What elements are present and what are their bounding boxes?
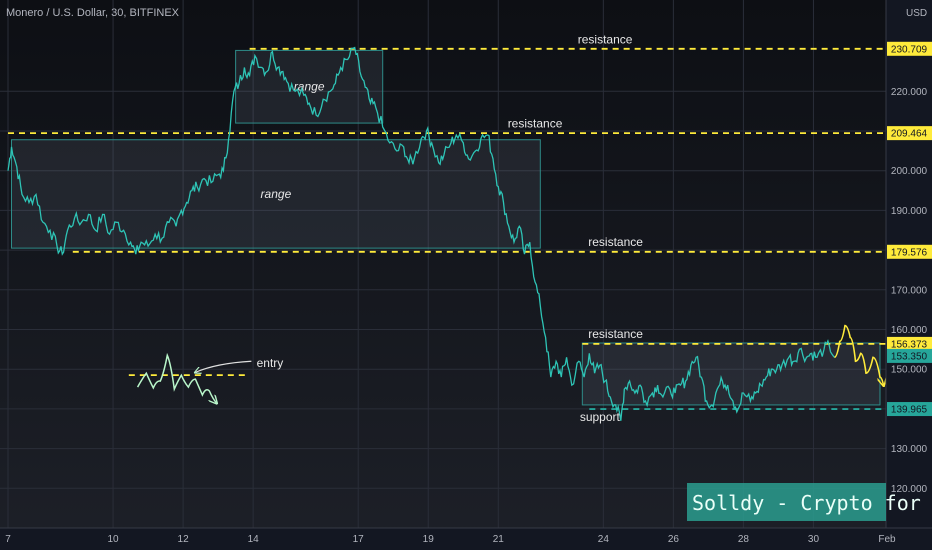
time-tick-label: Feb xyxy=(878,534,896,545)
time-axis[interactable]: 7 10 12 14 17 19 21 24 26 28 30 Feb xyxy=(0,527,932,550)
time-tick-label: 26 xyxy=(668,534,680,545)
range-box xyxy=(581,342,881,406)
price-tick-label: 190.000 xyxy=(891,206,928,217)
price-tag-label: 139.965 xyxy=(891,405,928,416)
price-tick-label: 150.000 xyxy=(891,365,928,376)
chart-background xyxy=(0,0,932,550)
price-tag-label: 156.373 xyxy=(891,339,928,350)
price-tick-label: 170.000 xyxy=(891,285,928,296)
brand-watermark-text: Solldy - Crypto for U xyxy=(692,491,932,515)
price-tick-label: 220.000 xyxy=(891,87,928,98)
time-axis-background xyxy=(0,528,932,550)
time-tick-label: 7 xyxy=(5,534,11,545)
annotation-resistance: resistance xyxy=(588,327,643,341)
price-chart[interactable]: rangerange resistanceresistanceresistanc… xyxy=(0,0,932,550)
time-tick-label: 17 xyxy=(353,534,365,545)
time-tick-label: 10 xyxy=(107,534,119,545)
time-tick-label: 24 xyxy=(598,534,610,545)
range-label: range xyxy=(261,187,292,201)
price-tick-label: 130.000 xyxy=(891,444,928,455)
time-tick-label: 21 xyxy=(493,534,505,545)
price-tag-label: 230.709 xyxy=(891,44,928,55)
time-tick-label: 14 xyxy=(248,534,260,545)
time-tick-label: 30 xyxy=(808,534,820,545)
currency-label: USD xyxy=(906,8,927,19)
annotation-entry: entry xyxy=(257,356,284,370)
price-axis[interactable]: 120.000130.000140.000150.000160.000170.0… xyxy=(885,0,932,550)
time-tick-label: 28 xyxy=(738,534,750,545)
price-tick-label: 160.000 xyxy=(891,325,928,336)
annotation-resistance: resistance xyxy=(508,116,563,130)
chart-title: Monero / U.S. Dollar, 30, BITFINEX xyxy=(6,7,180,19)
annotation-resistance: resistance xyxy=(588,235,643,249)
time-tick-label: 19 xyxy=(423,534,435,545)
price-tag-label: 179.576 xyxy=(891,247,928,258)
annotation-support: support xyxy=(580,410,621,424)
price-tick-label: 200.000 xyxy=(891,166,928,177)
price-tag-label: 153.350 xyxy=(891,351,928,362)
annotation-resistance: resistance xyxy=(578,33,633,47)
price-axis-background xyxy=(886,0,932,550)
time-tick-label: 12 xyxy=(178,534,190,545)
price-tag-label: 209.464 xyxy=(891,129,928,140)
